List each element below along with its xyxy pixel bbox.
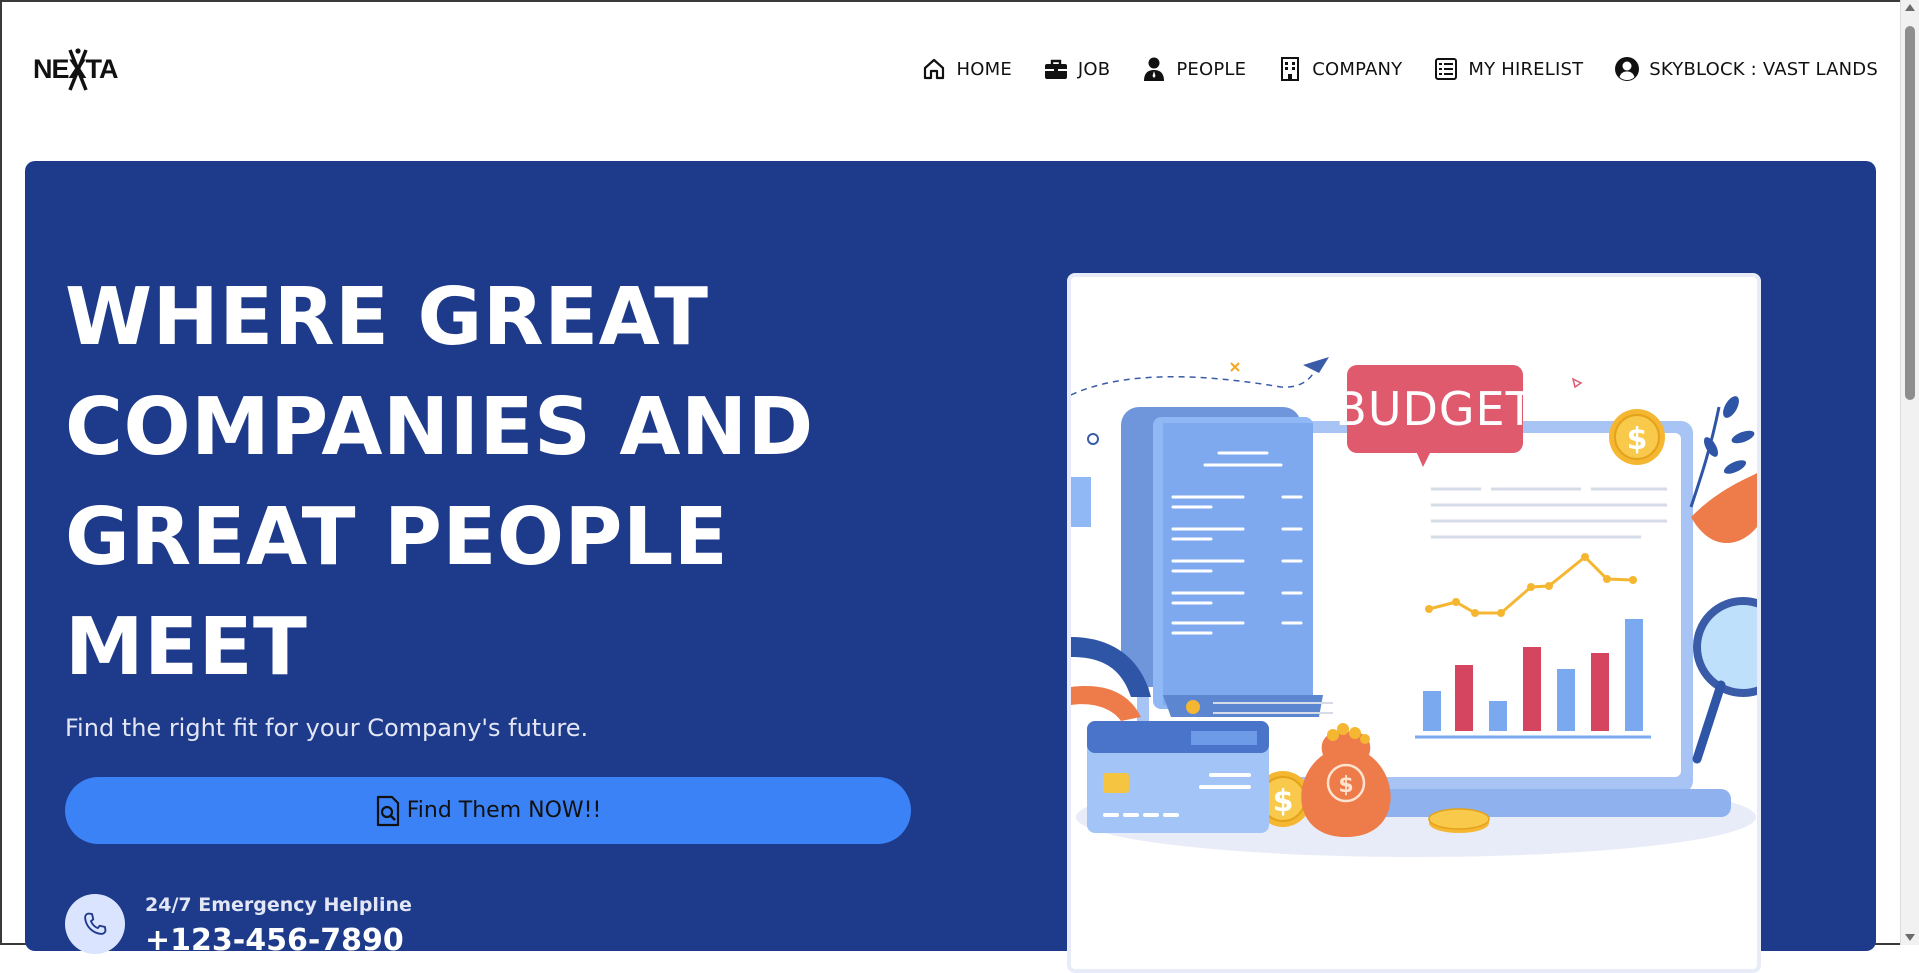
nav-my-hirelist[interactable]: MY HIRELIST: [1433, 56, 1583, 82]
nav-job-label: JOB: [1077, 58, 1111, 80]
helpline-icon-badge: [65, 894, 125, 954]
budget-sign-text: BUDGET: [1335, 382, 1534, 436]
page-scrollbar[interactable]: [1900, 0, 1919, 945]
scroll-down-arrow-icon[interactable]: [1905, 934, 1915, 941]
list-icon: [1435, 58, 1458, 80]
find-them-button[interactable]: Find Them NOW!!: [65, 777, 911, 844]
nav-job[interactable]: JOB: [1043, 56, 1110, 82]
svg-text:$: $: [1627, 422, 1648, 457]
briefcase-icon: [1044, 59, 1067, 79]
nav-company-label: COMPANY: [1312, 58, 1403, 80]
scroll-thumb[interactable]: [1905, 26, 1915, 400]
nav-people[interactable]: PEOPLE: [1141, 56, 1246, 82]
nav-home[interactable]: HOME: [921, 56, 1012, 82]
person-icon: [1144, 57, 1165, 81]
scroll-up-arrow-icon[interactable]: [1905, 4, 1915, 11]
file-search-icon: [376, 795, 399, 826]
building-icon: [1281, 57, 1300, 81]
nav-account[interactable]: SKYBLOCK : VAST LANDS: [1614, 56, 1878, 82]
phone-icon: [84, 912, 107, 935]
find-them-label: Find Them NOW!!: [406, 798, 602, 823]
svg-text:$: $: [1338, 773, 1353, 798]
nav-my-hirelist-label: MY HIRELIST: [1468, 58, 1584, 80]
hero-section: WHERE GREAT COMPANIES AND GREAT PEOPLE M…: [25, 161, 1876, 973]
hero-subtitle: Find the right fit for your Company's fu…: [65, 714, 589, 742]
helpline-number: +123-456-7890: [145, 923, 404, 958]
nexta-logo[interactable]: NEXTA: [33, 46, 123, 94]
nav-company[interactable]: COMPANY: [1277, 56, 1402, 82]
helpline-title: 24/7 Emergency Helpline: [145, 894, 412, 916]
home-icon: [924, 58, 945, 80]
user-circle-icon: [1615, 57, 1640, 81]
nav-people-label: PEOPLE: [1176, 58, 1247, 80]
hero-headline: WHERE GREAT COMPANIES AND GREAT PEOPLE M…: [65, 271, 814, 693]
main-nav: HOME JOB PEOPLE COMPANY MY HIRELIST SKYB…: [890, 56, 1878, 82]
nav-home-label: HOME: [956, 58, 1012, 80]
nav-account-label: SKYBLOCK : VAST LANDS: [1649, 58, 1878, 80]
svg-text:$: $: [1273, 784, 1294, 819]
budget-illustration: BUDGET $ $ $: [1067, 273, 1761, 973]
